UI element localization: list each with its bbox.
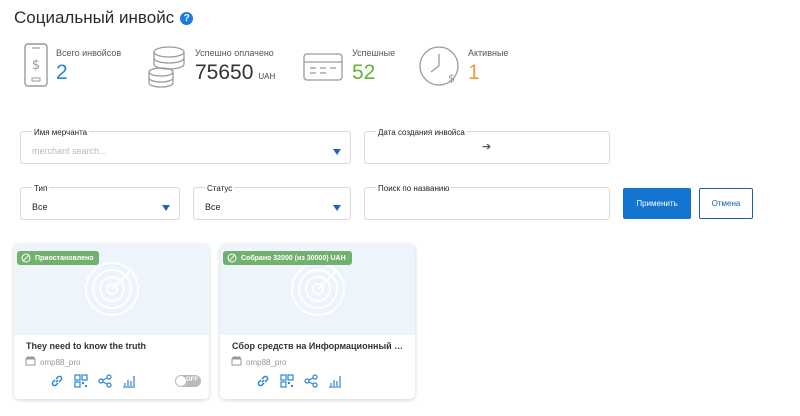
type-value: Все bbox=[32, 202, 48, 212]
search-by-name-input[interactable]: Поиск по названию bbox=[364, 184, 610, 220]
share-icon[interactable] bbox=[98, 374, 112, 388]
cash-register-icon bbox=[302, 42, 344, 93]
qr-code-icon[interactable] bbox=[280, 374, 294, 388]
chevron-down-icon[interactable] bbox=[333, 205, 341, 211]
merchant-name: omp88_pro bbox=[246, 357, 287, 367]
toggle-label: OFF bbox=[186, 377, 198, 383]
arrow-right-icon: ➔ bbox=[482, 141, 492, 153]
search-label: Поиск по названию bbox=[376, 184, 452, 193]
stats-chart-icon[interactable] bbox=[122, 374, 136, 388]
share-icon[interactable] bbox=[304, 374, 318, 388]
chevron-down-icon[interactable] bbox=[333, 149, 341, 155]
store-icon bbox=[25, 356, 36, 368]
merchant-placeholder: merchant search... bbox=[32, 146, 107, 156]
toggle-knob bbox=[176, 376, 186, 386]
card-actions bbox=[256, 374, 342, 388]
status-badge: Собрано 32000 (из 30000) UAH bbox=[223, 251, 352, 265]
link-icon[interactable] bbox=[256, 374, 270, 388]
badge-icon bbox=[21, 253, 31, 263]
stats-chart-icon[interactable] bbox=[328, 374, 342, 388]
qr-code-icon[interactable] bbox=[74, 374, 88, 388]
link-icon[interactable] bbox=[50, 374, 64, 388]
badge-text: Собрано 32000 (из 30000) UAH bbox=[241, 254, 346, 262]
phone-dollar-icon: $ bbox=[24, 42, 48, 93]
stat-value: 52 bbox=[352, 61, 376, 84]
card-actions bbox=[50, 374, 136, 388]
invoice-card[interactable]: Приостановлено They need to know the tru… bbox=[14, 244, 209, 399]
stat-value: 1 bbox=[468, 61, 480, 84]
card-title[interactable]: They need to know the truth bbox=[26, 341, 198, 351]
coins-stack-icon bbox=[147, 42, 187, 93]
merchant-label: Имя мерчанта bbox=[32, 128, 90, 137]
target-icon bbox=[290, 261, 346, 322]
invoice-card[interactable]: Собрано 32000 (из 30000) UAH Сбор средст… bbox=[220, 244, 415, 399]
target-icon bbox=[84, 261, 140, 322]
stat-label: Успешно оплачено bbox=[195, 48, 274, 58]
status-select[interactable]: Статус Все bbox=[193, 184, 351, 220]
stat-paid-total: Успешно оплачено 75650 UAH bbox=[147, 42, 275, 93]
status-value: Все bbox=[205, 202, 221, 212]
created-label: Дата создания инвойса bbox=[376, 128, 467, 137]
stat-value: 2 bbox=[56, 61, 68, 84]
status-badge: Приостановлено bbox=[17, 251, 100, 265]
svg-text:$: $ bbox=[32, 58, 40, 73]
badge-icon bbox=[227, 253, 237, 263]
created-date-range[interactable]: Дата создания инвойса ➔ bbox=[364, 128, 610, 164]
stat-label: Всего инвойсов bbox=[56, 48, 122, 58]
status-label: Статус bbox=[205, 184, 235, 193]
stat-value: 75650 bbox=[195, 61, 254, 84]
merchant-select[interactable]: Имя мерчанта merchant search... bbox=[20, 128, 351, 164]
stat-successful: Успешные 52 bbox=[302, 42, 395, 93]
card-title[interactable]: Сбор средств на Информационный Ф... bbox=[232, 341, 404, 351]
stat-label: Успешные bbox=[352, 48, 396, 58]
apply-button[interactable]: Применить bbox=[623, 188, 691, 219]
page-title: Социальный инвойс ? bbox=[14, 8, 194, 28]
help-icon[interactable]: ? bbox=[180, 11, 194, 25]
svg-text:$: $ bbox=[448, 72, 455, 85]
stat-value-row: 75650 UAH bbox=[195, 61, 275, 85]
type-select[interactable]: Тип Все bbox=[20, 184, 180, 220]
card-merchant: omp88_pro bbox=[231, 356, 286, 368]
clock-dollar-icon: $ bbox=[418, 42, 460, 95]
store-icon bbox=[231, 356, 242, 368]
cancel-button[interactable]: Отмена bbox=[699, 188, 753, 219]
type-label: Тип bbox=[32, 184, 50, 193]
stat-label: Активные bbox=[468, 48, 509, 58]
active-toggle[interactable]: OFF bbox=[175, 375, 201, 387]
card-merchant: omp88_pro bbox=[25, 356, 80, 368]
badge-text: Приостановлено bbox=[35, 254, 94, 262]
page-title-text: Социальный инвойс bbox=[14, 8, 175, 27]
merchant-name: omp88_pro bbox=[40, 357, 81, 367]
chevron-down-icon[interactable] bbox=[162, 205, 170, 211]
stat-total-invoices: $ Всего инвойсов 2 bbox=[24, 42, 121, 93]
stat-unit: UAH bbox=[258, 72, 276, 81]
stat-active: $ Активные 1 bbox=[418, 42, 508, 95]
